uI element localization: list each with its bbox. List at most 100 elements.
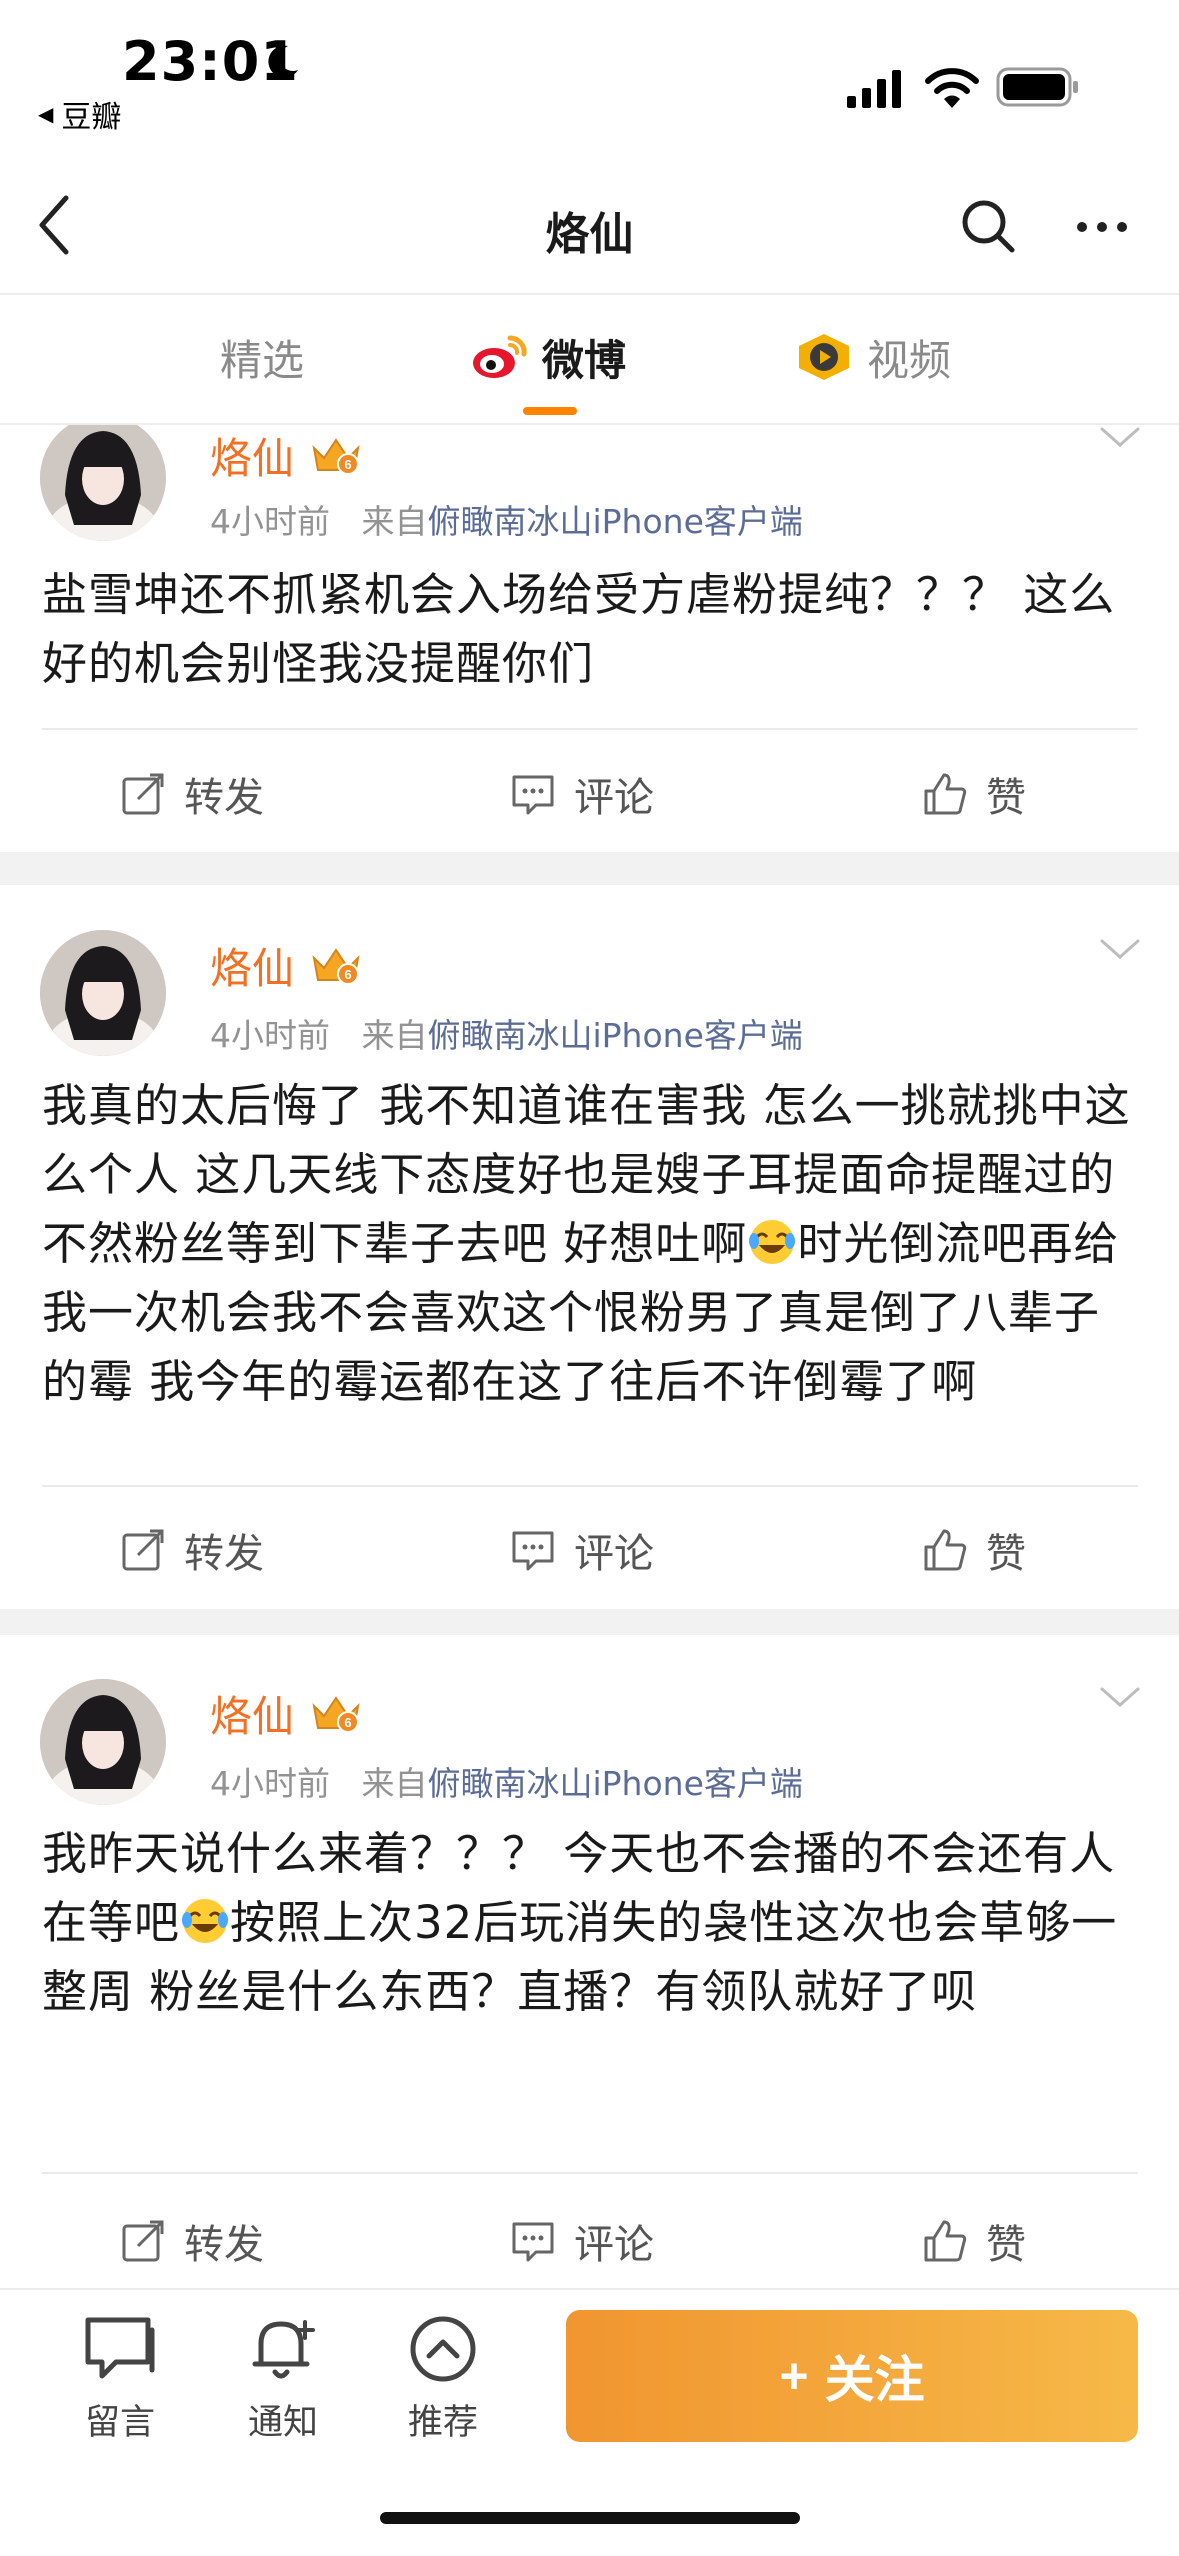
bell-plus-icon (252, 2320, 315, 2379)
message-button[interactable]: 留言 (65, 2314, 175, 2445)
comment-label: 评论 (574, 1531, 654, 1577)
author-name[interactable]: 烙仙 6 (210, 1683, 364, 1744)
post-source[interactable]: 俯瞰南冰山iPhone客户端 (427, 1016, 802, 1055)
divider (42, 728, 1138, 730)
repost-icon (122, 773, 164, 815)
notify-button[interactable]: 通知 (228, 2314, 338, 2445)
source-prefix: 来自 (361, 502, 428, 541)
repost-button[interactable]: 转发 (120, 764, 264, 824)
author-name[interactable]: 烙仙 6 (210, 935, 364, 996)
search-icon[interactable] (958, 196, 1018, 256)
back-triangle-icon: ◀ (38, 102, 54, 126)
laughing-tears-emoji-icon (182, 1899, 229, 1943)
recommend-label: 推荐 (407, 2403, 478, 2443)
source-prefix: 来自 (361, 1016, 428, 1055)
vip-crown-icon: 6 (312, 947, 360, 985)
comment-icon (512, 2222, 554, 2262)
comment-button[interactable]: 评论 (510, 1520, 654, 1580)
repost-label: 转发 (184, 2222, 264, 2268)
chevron-down-icon[interactable] (1098, 425, 1142, 451)
back-to-app-link[interactable]: ◀ 豆瓣 (38, 92, 121, 136)
tab-weibo[interactable]: 微博 (470, 327, 626, 387)
post-card: 烙仙 6 4小时前 来自俯瞰南冰山iPhone客户端 盐雪坤还不抓紧机会入场给受… (0, 425, 1179, 852)
repost-icon (122, 1529, 164, 1571)
like-button[interactable]: 赞 (922, 764, 1026, 824)
tab-featured[interactable]: 精选 (220, 327, 304, 387)
like-label: 赞 (986, 1531, 1026, 1577)
author-name-label: 烙仙 (210, 944, 295, 993)
source-prefix: 来自 (361, 1764, 428, 1803)
like-label: 赞 (986, 775, 1026, 821)
post-card: 烙仙 6 4小时前 来自俯瞰南冰山iPhone客户端 我真的太后悔了 我不知道谁… (0, 885, 1179, 1609)
thumbs-up-icon (924, 1529, 967, 1571)
tab-featured-label: 精选 (220, 335, 305, 385)
divider (42, 1485, 1138, 1487)
post-time: 4小时前 (210, 1764, 330, 1803)
avatar-image (40, 930, 166, 1056)
post-meta: 4小时前 来自俯瞰南冰山iPhone客户端 (210, 1757, 803, 1805)
avatar[interactable] (40, 1679, 166, 1805)
author-name-label: 烙仙 (210, 1692, 295, 1741)
chevron-up-circle-icon (410, 2316, 476, 2382)
post-source[interactable]: 俯瞰南冰山iPhone客户端 (427, 1764, 802, 1803)
comment-button[interactable]: 评论 (510, 764, 654, 824)
svg-text:6: 6 (344, 967, 351, 982)
post-card: 烙仙 6 4小时前 来自俯瞰南冰山iPhone客户端 我昨天说什么来着？？？ 今… (0, 1635, 1179, 2285)
wifi-icon (925, 68, 979, 108)
post-text: 盐雪坤还不抓紧机会入场给受方虐粉提纯？？？ 这么好的机会别怪我没提醒你们 (42, 568, 1116, 690)
chevron-down-icon[interactable] (1098, 1683, 1142, 1711)
author-name-label: 烙仙 (210, 434, 295, 483)
nav-bar: 烙仙 (0, 150, 1179, 295)
video-channel-icon (799, 334, 849, 380)
avatar-image (40, 1679, 166, 1805)
comment-label: 评论 (574, 775, 654, 821)
chevron-down-icon[interactable] (1098, 935, 1142, 963)
post-source[interactable]: 俯瞰南冰山iPhone客户端 (427, 502, 802, 541)
back-app-label: 豆瓣 (61, 100, 122, 135)
like-button[interactable]: 赞 (922, 2211, 1026, 2271)
comment-label: 评论 (574, 2222, 654, 2268)
vip-crown-icon: 6 (312, 1695, 360, 1733)
battery-icon (996, 67, 1078, 107)
like-button[interactable]: 赞 (922, 1520, 1026, 1580)
avatar[interactable] (40, 425, 166, 541)
laughing-tears-emoji-icon (749, 1220, 796, 1264)
thumbs-up-icon (924, 773, 967, 815)
repost-icon (122, 2220, 164, 2262)
follow-label: 关注 (824, 2352, 925, 2408)
like-label: 赞 (986, 2222, 1026, 2268)
follow-button[interactable]: + 关注 (566, 2310, 1138, 2442)
avatar[interactable] (40, 930, 166, 1056)
svg-text:6: 6 (344, 1715, 351, 1730)
recommend-button[interactable]: 推荐 (388, 2314, 498, 2445)
post-time: 4小时前 (210, 502, 330, 541)
post-text: 我真的太后悔了 我不知道谁在害我 怎么一挑就挑中这么个人 这几天线下态度好也是嫂… (42, 1071, 1142, 1416)
moon-icon (268, 45, 298, 78)
weibo-feed[interactable]: 烙仙 6 4小时前 来自俯瞰南冰山iPhone客户端 盐雪坤还不抓紧机会入场给受… (0, 425, 1179, 2285)
repost-label: 转发 (184, 1531, 264, 1577)
repost-label: 转发 (184, 775, 264, 821)
tab-weibo-label: 微博 (542, 335, 627, 385)
weibo-logo-icon (473, 335, 527, 378)
home-indicator[interactable] (380, 2512, 800, 2524)
svg-text:6: 6 (344, 457, 351, 472)
plus-icon: + (779, 2348, 809, 2404)
tab-video[interactable]: 视频 (795, 327, 951, 387)
more-options-icon[interactable] (1072, 202, 1132, 252)
divider (42, 2172, 1138, 2174)
thumbs-up-icon (924, 2220, 967, 2262)
status-bar: 23:01 ◀ 豆瓣 (0, 0, 1179, 150)
message-label: 留言 (84, 2403, 155, 2443)
signal-icon (847, 70, 901, 108)
author-name[interactable]: 烙仙 6 (210, 425, 364, 486)
repost-button[interactable]: 转发 (120, 1520, 264, 1580)
post-meta: 4小时前 来自俯瞰南冰山iPhone客户端 (210, 1009, 803, 1057)
comment-button[interactable]: 评论 (510, 2211, 654, 2271)
tab-video-label: 视频 (867, 335, 952, 385)
post-time: 4小时前 (210, 1016, 330, 1055)
post-text: 我昨天说什么来着？？？ 今天也不会播的不会还有人在等吧 按照上次32后玩消失的袅性… (42, 1819, 1142, 2026)
profile-tabs: 精选 微博 视频 (0, 297, 1179, 425)
repost-button[interactable]: 转发 (120, 2211, 264, 2271)
post-meta: 4小时前 来自俯瞰南冰山iPhone客户端 (210, 495, 803, 543)
comment-icon (512, 1531, 554, 1571)
